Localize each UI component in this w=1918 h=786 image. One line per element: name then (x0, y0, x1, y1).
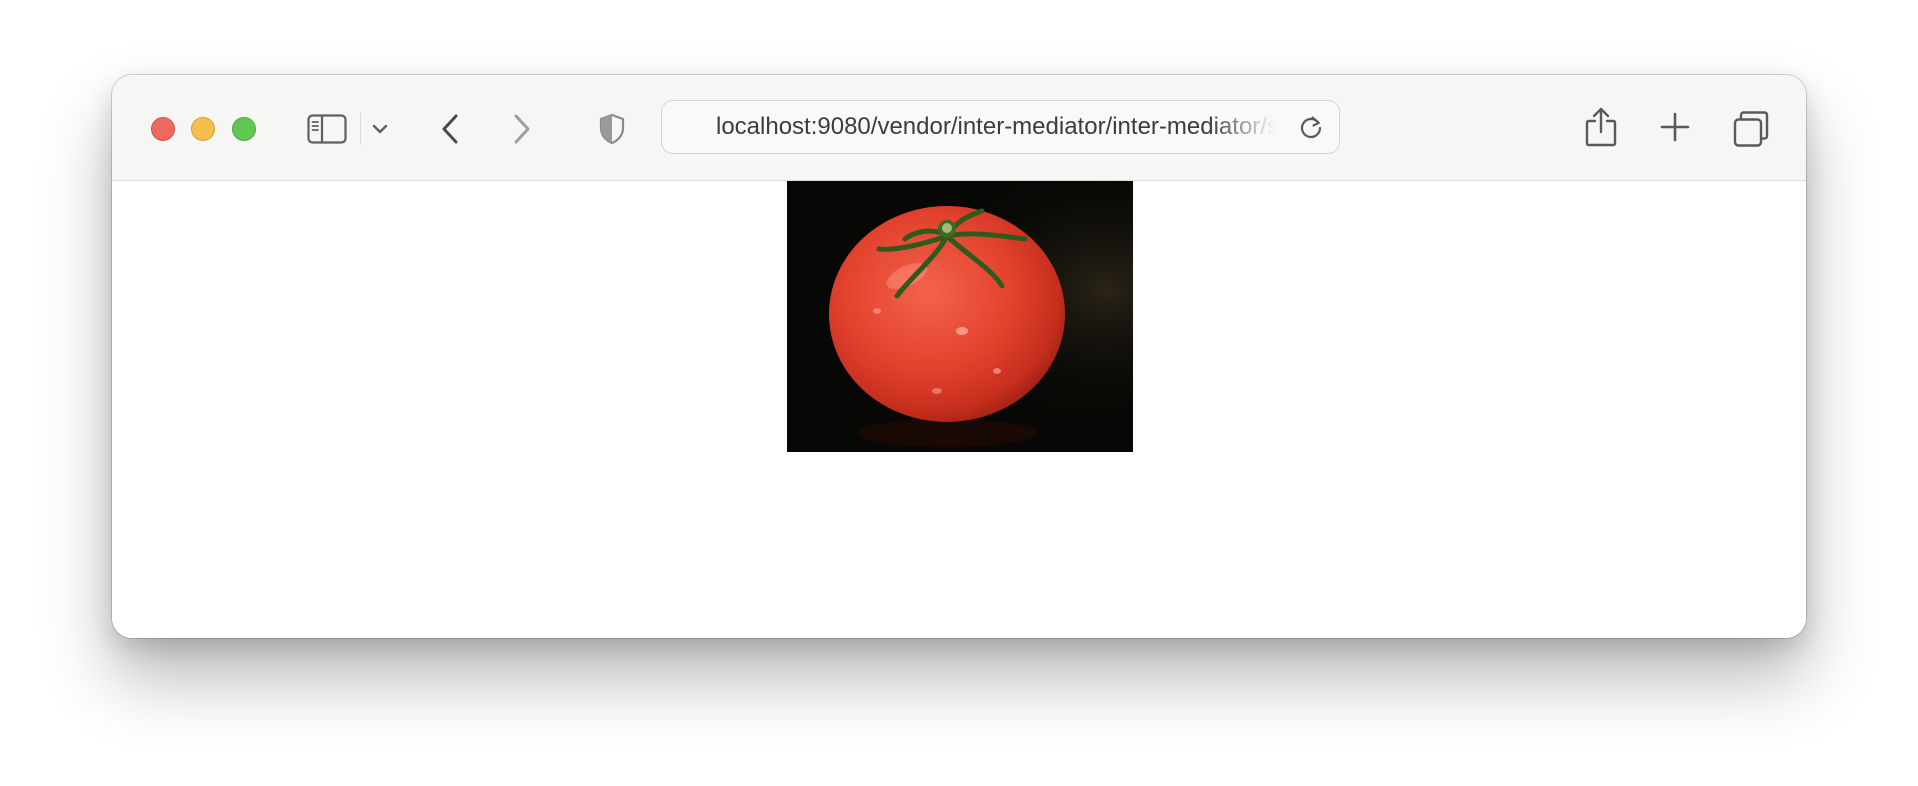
sidebar-icon (307, 114, 347, 144)
new-tab-button[interactable] (1657, 109, 1693, 145)
desktop-background: localhost:9080/vendor/inter-mediator/int… (0, 0, 1918, 786)
chevron-right-icon (514, 114, 530, 144)
privacy-report-button[interactable] (595, 112, 629, 146)
forward-button[interactable] (505, 112, 539, 146)
address-bar[interactable]: localhost:9080/vendor/inter-mediator/int… (661, 100, 1340, 154)
url-text: localhost:9080/vendor/inter-mediator/int… (716, 113, 1276, 140)
chevron-left-icon (442, 114, 458, 144)
web-content (112, 181, 1806, 638)
chevron-down-icon (372, 124, 388, 134)
shield-icon (599, 113, 625, 145)
tabs-overview-icon (1733, 111, 1769, 147)
plus-icon (1660, 112, 1690, 142)
browser-toolbar: localhost:9080/vendor/inter-mediator/int… (112, 75, 1806, 181)
back-button[interactable] (433, 112, 467, 146)
minimize-window-button[interactable] (191, 117, 215, 141)
reload-icon (1300, 116, 1322, 139)
maximize-window-button[interactable] (232, 117, 256, 141)
tab-overview-button[interactable] (1731, 109, 1771, 149)
reload-button[interactable] (1298, 114, 1324, 140)
share-button[interactable] (1581, 105, 1621, 149)
tomato-image (787, 181, 1133, 452)
share-icon (1585, 107, 1617, 147)
sidebar-toggle-button[interactable] (305, 111, 349, 147)
close-window-button[interactable] (151, 117, 175, 141)
toolbar-divider (360, 113, 361, 145)
tab-group-menu-button[interactable] (368, 117, 392, 141)
browser-window: localhost:9080/vendor/inter-mediator/int… (112, 75, 1806, 638)
